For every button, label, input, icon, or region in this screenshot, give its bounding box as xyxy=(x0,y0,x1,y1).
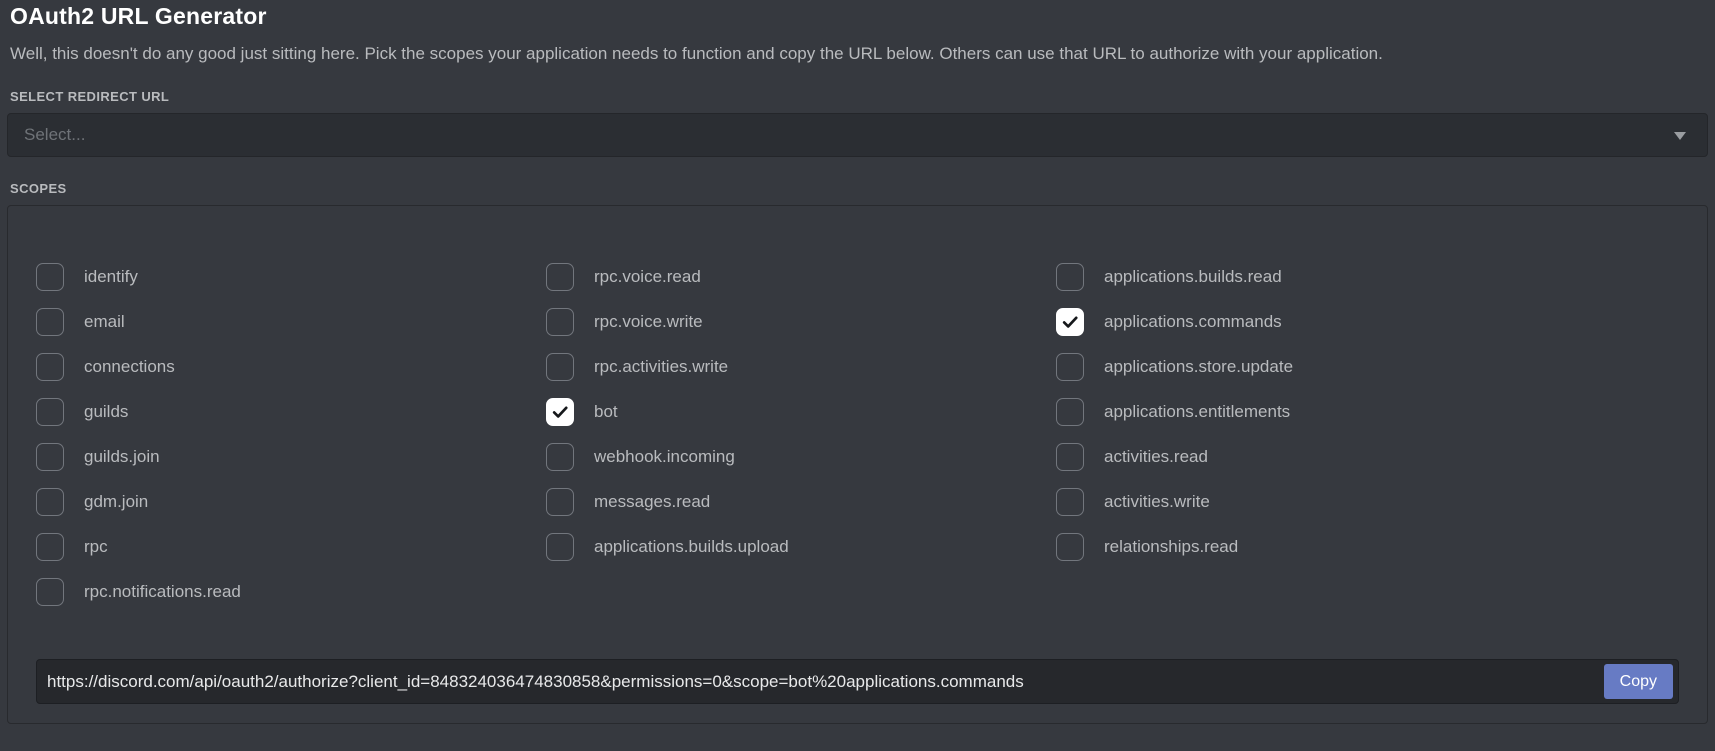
scope-checkbox[interactable] xyxy=(36,443,64,471)
redirect-url-select[interactable]: Select... xyxy=(7,113,1708,157)
scope-label: webhook.incoming xyxy=(594,447,735,467)
oauth2-url-generator-page: OAuth2 URL Generator Well, this doesn't … xyxy=(0,3,1715,751)
scope-item[interactable]: email xyxy=(36,308,546,336)
scopes-column-2: rpc.voice.read rpc.voice.write rpc.activ… xyxy=(546,263,1056,606)
scope-label: rpc.notifications.read xyxy=(84,582,241,602)
scope-label: bot xyxy=(594,402,618,422)
scope-label: rpc xyxy=(84,537,108,557)
scope-label: gdm.join xyxy=(84,492,148,512)
scope-item[interactable]: bot xyxy=(546,398,1056,426)
scopes-column-1: identify email connections xyxy=(36,263,546,606)
scope-checkbox[interactable] xyxy=(546,263,574,291)
scope-item[interactable]: guilds.join xyxy=(36,443,546,471)
scope-checkbox[interactable] xyxy=(546,308,574,336)
scope-label: relationships.read xyxy=(1104,537,1238,557)
scope-label: email xyxy=(84,312,125,332)
redirect-url-label: SELECT REDIRECT URL xyxy=(10,89,1705,104)
scope-item[interactable]: rpc.voice.write xyxy=(546,308,1056,336)
scope-label: applications.builds.upload xyxy=(594,537,789,557)
generated-url-bar: https://discord.com/api/oauth2/authorize… xyxy=(36,659,1679,704)
generated-url-text[interactable]: https://discord.com/api/oauth2/authorize… xyxy=(37,672,1604,692)
scope-checkbox[interactable] xyxy=(36,398,64,426)
scope-checkbox[interactable] xyxy=(1056,443,1084,471)
scope-label: applications.store.update xyxy=(1104,357,1293,377)
scope-checkbox[interactable] xyxy=(36,578,64,606)
scope-item[interactable]: rpc.notifications.read xyxy=(36,578,546,606)
scope-item[interactable]: rpc.voice.read xyxy=(546,263,1056,291)
scope-item[interactable]: guilds xyxy=(36,398,546,426)
scope-label: applications.commands xyxy=(1104,312,1282,332)
scope-label: rpc.voice.read xyxy=(594,267,701,287)
scope-checkbox[interactable] xyxy=(36,488,64,516)
scope-checkbox[interactable] xyxy=(1056,353,1084,381)
scope-item[interactable]: gdm.join xyxy=(36,488,546,516)
scope-item[interactable]: messages.read xyxy=(546,488,1056,516)
scope-checkbox[interactable] xyxy=(1056,398,1084,426)
scope-checkbox[interactable] xyxy=(546,398,574,426)
scopes-column-3: applications.builds.read applications.co… xyxy=(1056,263,1566,606)
scope-checkbox[interactable] xyxy=(36,353,64,381)
scope-label: guilds xyxy=(84,402,128,422)
scope-checkbox[interactable] xyxy=(1056,308,1084,336)
scope-item[interactable]: applications.store.update xyxy=(1056,353,1566,381)
scope-checkbox[interactable] xyxy=(36,263,64,291)
scope-item[interactable]: activities.write xyxy=(1056,488,1566,516)
scope-label: applications.builds.read xyxy=(1104,267,1282,287)
scope-label: connections xyxy=(84,357,175,377)
scope-item[interactable]: relationships.read xyxy=(1056,533,1566,561)
page-title: OAuth2 URL Generator xyxy=(10,3,1705,30)
scope-label: rpc.voice.write xyxy=(594,312,703,332)
scope-checkbox[interactable] xyxy=(1056,488,1084,516)
scope-checkbox[interactable] xyxy=(1056,263,1084,291)
chevron-down-icon xyxy=(1674,132,1686,140)
scope-item[interactable]: connections xyxy=(36,353,546,381)
scopes-label: SCOPES xyxy=(10,181,1705,196)
scope-label: activities.write xyxy=(1104,492,1210,512)
scope-item[interactable]: rpc xyxy=(36,533,546,561)
scope-item[interactable]: activities.read xyxy=(1056,443,1566,471)
scope-item[interactable]: webhook.incoming xyxy=(546,443,1056,471)
scope-checkbox[interactable] xyxy=(1056,533,1084,561)
scope-checkbox[interactable] xyxy=(546,443,574,471)
scope-label: guilds.join xyxy=(84,447,160,467)
scope-label: messages.read xyxy=(594,492,710,512)
scopes-box: identify email connections xyxy=(7,205,1708,724)
scope-label: activities.read xyxy=(1104,447,1208,467)
scope-item[interactable]: applications.entitlements xyxy=(1056,398,1566,426)
copy-button[interactable]: Copy xyxy=(1604,664,1673,699)
scope-label: rpc.activities.write xyxy=(594,357,728,377)
scopes-grid: identify email connections xyxy=(36,263,1679,606)
scope-checkbox[interactable] xyxy=(36,533,64,561)
select-placeholder: Select... xyxy=(8,125,85,145)
page-description: Well, this doesn't do any good just sitt… xyxy=(10,43,1705,65)
scope-item[interactable]: rpc.activities.write xyxy=(546,353,1056,381)
scope-checkbox[interactable] xyxy=(546,353,574,381)
scope-label: identify xyxy=(84,267,138,287)
scope-checkbox[interactable] xyxy=(36,308,64,336)
scope-item[interactable]: applications.builds.upload xyxy=(546,533,1056,561)
scope-label: applications.entitlements xyxy=(1104,402,1290,422)
scope-item[interactable]: identify xyxy=(36,263,546,291)
scope-checkbox[interactable] xyxy=(546,533,574,561)
scope-item[interactable]: applications.builds.read xyxy=(1056,263,1566,291)
scope-checkbox[interactable] xyxy=(546,488,574,516)
scope-item[interactable]: applications.commands xyxy=(1056,308,1566,336)
